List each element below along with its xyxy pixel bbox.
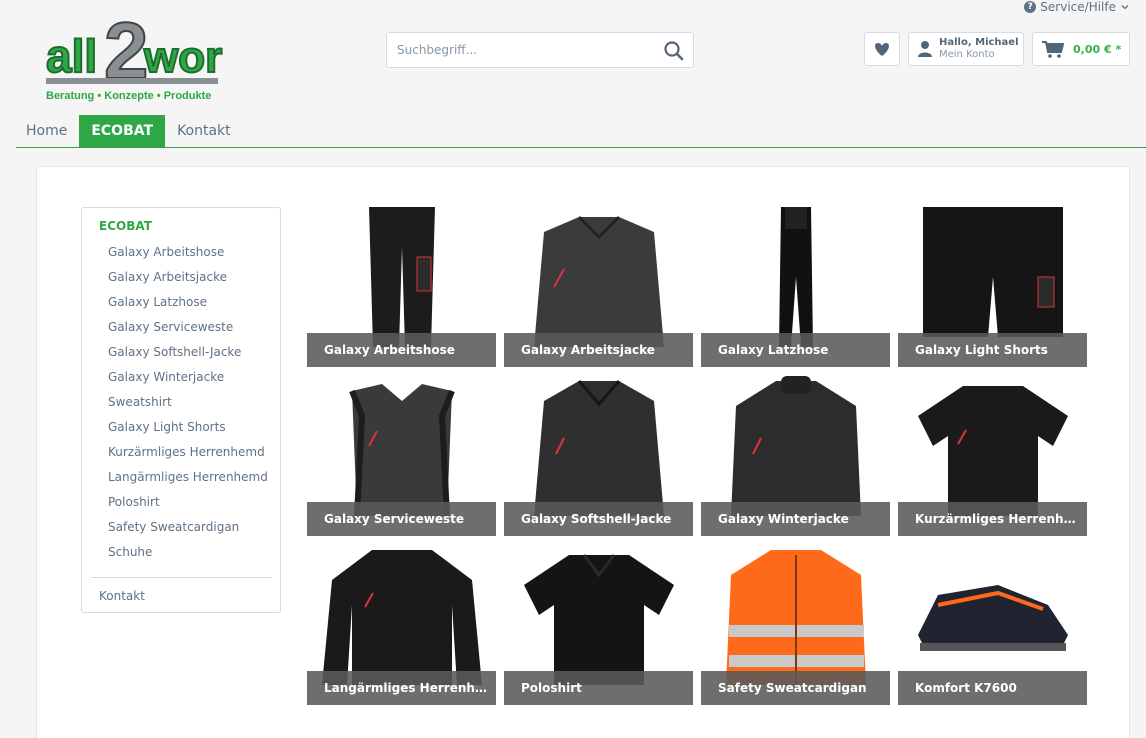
product-label: Galaxy Softshell-Jacke — [504, 502, 693, 536]
product-label: Galaxy Arbeitsjacke — [504, 333, 693, 367]
product-label: Galaxy Arbeitshose — [307, 333, 496, 367]
product-tile[interactable]: Galaxy Serviceweste — [307, 376, 496, 536]
product-tile[interactable]: Galaxy Light Shorts — [898, 207, 1087, 367]
nav-ecobat[interactable]: ECOBAT — [79, 115, 166, 147]
category-sidebar: ECOBAT Galaxy Arbeitshose Galaxy Arbeits… — [81, 207, 281, 613]
product-label: Komfort K7600 — [898, 671, 1087, 705]
sidebar-list: Galaxy Arbeitshose Galaxy Arbeitsjacke G… — [108, 245, 268, 570]
service-menu[interactable]: ? Service/Hilfe — [1024, 0, 1130, 14]
sidebar-item[interactable]: Galaxy Serviceweste — [108, 320, 268, 345]
cart-amount: 0,00 € * — [1073, 42, 1122, 56]
svg-text:all: all — [46, 30, 97, 82]
sidebar-item[interactable]: Langärmliges Herrenhemd — [108, 470, 268, 495]
logo-graphic: all 2 work Beratung • Konzepte • Produkt… — [45, 5, 248, 102]
search-box[interactable] — [386, 32, 694, 68]
sidebar-item[interactable]: Kurzärmliges Herrenhemd — [108, 445, 268, 470]
cart-button[interactable]: 0,00 € * — [1032, 32, 1130, 66]
search-icon[interactable] — [661, 38, 687, 64]
sidebar-item[interactable]: Poloshirt — [108, 495, 268, 520]
sidebar-item[interactable]: Safety Sweatcardigan — [108, 520, 268, 545]
product-tile[interactable]: Komfort K7600 — [898, 545, 1087, 705]
sidebar-item[interactable]: Galaxy Arbeitsjacke — [108, 270, 268, 295]
account-button[interactable]: Hallo, Michael Mein Konto — [908, 32, 1024, 66]
product-label: Galaxy Latzhose — [701, 333, 890, 367]
sidebar-item[interactable]: Sweatshirt — [108, 395, 268, 420]
account-sub: Mein Konto — [939, 49, 995, 60]
sidebar-item[interactable]: Galaxy Latzhose — [108, 295, 268, 320]
user-icon — [918, 41, 932, 57]
sidebar-item[interactable]: Galaxy Winterjacke — [108, 370, 268, 395]
product-tile[interactable]: Langärmliges Herrenhe... — [307, 545, 496, 705]
product-tile[interactable]: Safety Sweatcardigan — [701, 545, 890, 705]
wishlist-button[interactable] — [864, 32, 900, 66]
product-label: Galaxy Winterjacke — [701, 502, 890, 536]
product-tile[interactable]: Galaxy Arbeitsjacke — [504, 207, 693, 367]
product-tile[interactable]: Poloshirt — [504, 545, 693, 705]
cart-icon — [1042, 41, 1065, 58]
search-input[interactable] — [397, 43, 647, 57]
product-label: Galaxy Serviceweste — [307, 502, 496, 536]
sidebar-item[interactable]: Schuhe — [108, 545, 268, 570]
sidebar-item[interactable]: Galaxy Softshell-Jacke — [108, 345, 268, 370]
product-label: Poloshirt — [504, 671, 693, 705]
product-tile[interactable]: Galaxy Softshell-Jacke — [504, 376, 693, 536]
nav-kontakt[interactable]: Kontakt — [167, 123, 241, 147]
content-panel: ECOBAT Galaxy Arbeitshose Galaxy Arbeits… — [36, 166, 1130, 738]
product-label: Kurzärmliges Herrenhe... — [898, 502, 1087, 536]
logo[interactable]: all 2 work Beratung • Konzepte • Produkt… — [44, 4, 248, 104]
heart-icon — [875, 43, 889, 56]
main-nav: Home ECOBAT Kontakt — [16, 114, 1146, 148]
svg-text:Beratung • Konzepte • Produkte: Beratung • Konzepte • Produkte — [46, 90, 211, 102]
product-label: Galaxy Light Shorts — [898, 333, 1087, 367]
service-label: Service/Hilfe — [1040, 0, 1116, 14]
product-tile[interactable]: Galaxy Arbeitshose — [307, 207, 496, 367]
nav-home[interactable]: Home — [16, 123, 77, 147]
product-tile[interactable]: Kurzärmliges Herrenhe... — [898, 376, 1087, 536]
chevron-down-icon — [1121, 5, 1129, 10]
sidebar-item[interactable]: Galaxy Arbeitshose — [108, 245, 268, 270]
product-tile[interactable]: Galaxy Winterjacke — [701, 376, 890, 536]
sidebar-divider — [91, 577, 272, 578]
sidebar-title[interactable]: ECOBAT — [99, 219, 152, 233]
product-label: Langärmliges Herrenhe... — [307, 671, 496, 705]
sidebar-kontakt-link[interactable]: Kontakt — [99, 589, 145, 603]
product-label: Safety Sweatcardigan — [701, 671, 890, 705]
help-icon: ? — [1024, 1, 1037, 13]
account-greeting: Hallo, Michael — [939, 37, 1019, 48]
product-tile[interactable]: Galaxy Latzhose — [701, 207, 890, 367]
sidebar-item[interactable]: Galaxy Light Shorts — [108, 420, 268, 445]
svg-text:work: work — [143, 33, 224, 82]
